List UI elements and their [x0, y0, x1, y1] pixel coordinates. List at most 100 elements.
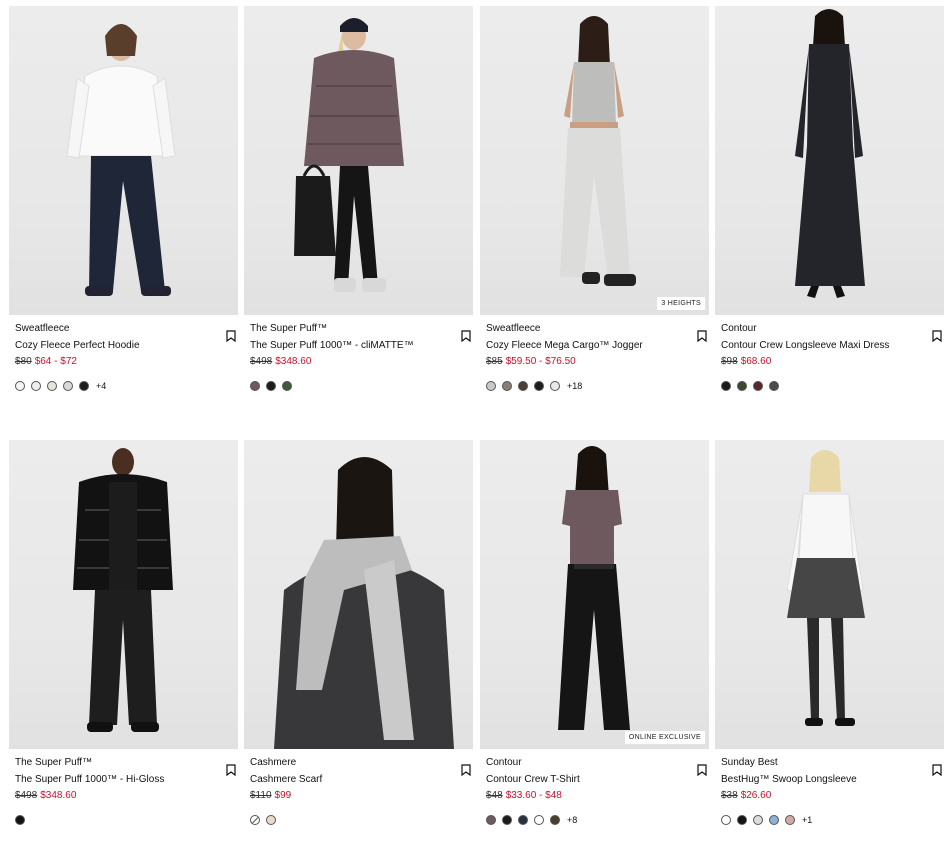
product-info: Contour Contour Crew Longsleeve Maxi Dre…: [715, 323, 944, 391]
sale-price: $64 - $72: [34, 356, 77, 367]
color-swatch[interactable]: [502, 815, 512, 825]
color-swatch[interactable]: [502, 381, 512, 391]
color-swatch[interactable]: [737, 815, 747, 825]
color-swatch[interactable]: [721, 815, 731, 825]
color-swatch[interactable]: [769, 381, 779, 391]
model-photo-scarf: [274, 457, 454, 749]
product-brand: Sweatfleece: [15, 323, 70, 334]
more-colors-count[interactable]: +4: [96, 381, 106, 391]
product-image[interactable]: [715, 6, 944, 315]
product-tag: 3 HEIGHTS: [657, 297, 705, 310]
color-swatch[interactable]: [266, 815, 276, 825]
color-swatches: +4: [15, 381, 232, 391]
sale-price: $348.60: [40, 790, 77, 801]
product-name[interactable]: Cozy Fleece Perfect Hoodie: [15, 340, 232, 352]
product-card[interactable]: 3 HEIGHTS Sweatfleece Cozy Fleece Mega C…: [480, 6, 709, 391]
color-swatches: +1: [721, 815, 938, 825]
sale-price: $68.60: [740, 356, 772, 367]
color-swatch[interactable]: [250, 381, 260, 391]
sale-price: $59.50 - $76.50: [505, 356, 576, 367]
color-swatch[interactable]: [785, 815, 795, 825]
color-swatch[interactable]: [518, 381, 528, 391]
color-swatch[interactable]: [518, 815, 528, 825]
bookmark-icon[interactable]: [932, 764, 942, 776]
product-image[interactable]: ONLINE EXCLUSIVE: [480, 440, 709, 749]
product-brand: Contour: [721, 323, 757, 334]
more-colors-count[interactable]: +1: [802, 815, 812, 825]
color-swatch[interactable]: [15, 815, 25, 825]
more-colors-count[interactable]: +8: [567, 815, 577, 825]
product-card[interactable]: Contour Contour Crew Longsleeve Maxi Dre…: [715, 6, 944, 391]
color-swatch[interactable]: [550, 381, 560, 391]
bookmark-icon[interactable]: [226, 764, 236, 776]
original-price: $110: [250, 790, 272, 801]
color-swatches: [250, 381, 467, 391]
color-swatch[interactable]: [31, 381, 41, 391]
color-swatch[interactable]: [753, 815, 763, 825]
product-card[interactable]: The Super Puff™ The Super Puff 1000™ - c…: [244, 6, 473, 391]
product-tag: ONLINE EXCLUSIVE: [624, 731, 705, 744]
product-price: $48 $33.60 - $48: [486, 790, 703, 802]
product-name[interactable]: Contour Crew T-Shirt: [486, 774, 703, 786]
bookmark-icon[interactable]: [697, 764, 707, 776]
color-swatch[interactable]: [47, 381, 57, 391]
bookmark-icon[interactable]: [461, 330, 471, 342]
color-swatch[interactable]: [282, 381, 292, 391]
product-price: $498 $348.60: [250, 356, 467, 368]
model-photo-jogger: [560, 16, 636, 286]
product-card[interactable]: ONLINE EXCLUSIVE Contour Contour Crew T-…: [480, 440, 709, 825]
original-price: $85: [486, 356, 503, 367]
color-swatch[interactable]: [534, 381, 544, 391]
product-image[interactable]: [9, 440, 238, 749]
product-card[interactable]: Sunday Best BestHug™ Swoop Longsleeve $3…: [715, 440, 944, 825]
model-photo-longsleeve: [786, 450, 865, 726]
product-info: Sunday Best BestHug™ Swoop Longsleeve $3…: [715, 757, 944, 825]
color-swatch[interactable]: [534, 815, 544, 825]
bookmark-icon[interactable]: [226, 330, 236, 342]
product-info: Sweatfleece Cozy Fleece Perfect Hoodie $…: [9, 323, 238, 391]
product-image[interactable]: [244, 6, 473, 315]
bookmark-icon[interactable]: [932, 330, 942, 342]
bookmark-icon[interactable]: [697, 330, 707, 342]
color-swatches: [721, 381, 938, 391]
product-name[interactable]: The Super Puff 1000™ - Hi-Gloss: [15, 774, 232, 786]
product-name[interactable]: The Super Puff 1000™ - cliMATTE™: [250, 340, 467, 352]
color-swatch[interactable]: [721, 381, 731, 391]
product-name[interactable]: Contour Crew Longsleeve Maxi Dress: [721, 340, 938, 352]
color-swatches: +8: [486, 815, 703, 825]
color-swatch[interactable]: [250, 815, 260, 825]
product-info: The Super Puff™ The Super Puff 1000™ - H…: [9, 757, 238, 825]
color-swatch[interactable]: [15, 381, 25, 391]
product-price: $85 $59.50 - $76.50: [486, 356, 703, 368]
product-card[interactable]: The Super Puff™ The Super Puff 1000™ - H…: [9, 440, 238, 825]
product-brand: The Super Puff™: [250, 323, 328, 334]
product-card[interactable]: Cashmere Cashmere Scarf $110 $99: [244, 440, 473, 825]
more-colors-count[interactable]: +18: [567, 381, 582, 391]
model-photo-dress: [795, 9, 865, 298]
model-photo-hoodie: [66, 24, 176, 296]
color-swatch[interactable]: [63, 381, 73, 391]
product-name[interactable]: Cashmere Scarf: [250, 774, 467, 786]
product-image[interactable]: [9, 6, 238, 315]
original-price: $80: [15, 356, 32, 367]
color-swatch[interactable]: [79, 381, 89, 391]
product-card[interactable]: Sweatfleece Cozy Fleece Perfect Hoodie $…: [9, 6, 238, 391]
color-swatch[interactable]: [486, 815, 496, 825]
original-price: $498: [15, 790, 38, 801]
bookmark-icon[interactable]: [461, 764, 471, 776]
product-price: $498 $348.60: [15, 790, 232, 802]
color-swatch[interactable]: [769, 815, 779, 825]
product-name[interactable]: Cozy Fleece Mega Cargo™ Jogger: [486, 340, 703, 352]
product-name[interactable]: BestHug™ Swoop Longsleeve: [721, 774, 938, 786]
product-image[interactable]: 3 HEIGHTS: [480, 6, 709, 315]
color-swatch[interactable]: [550, 815, 560, 825]
color-swatch[interactable]: [753, 381, 763, 391]
color-swatch[interactable]: [737, 381, 747, 391]
product-price: $38 $26.60: [721, 790, 938, 802]
color-swatch[interactable]: [486, 381, 496, 391]
product-image[interactable]: [715, 440, 944, 749]
sale-price: $348.60: [275, 356, 312, 367]
product-grid: Sweatfleece Cozy Fleece Perfect Hoodie $…: [0, 0, 952, 842]
color-swatch[interactable]: [266, 381, 276, 391]
product-image[interactable]: [244, 440, 473, 749]
